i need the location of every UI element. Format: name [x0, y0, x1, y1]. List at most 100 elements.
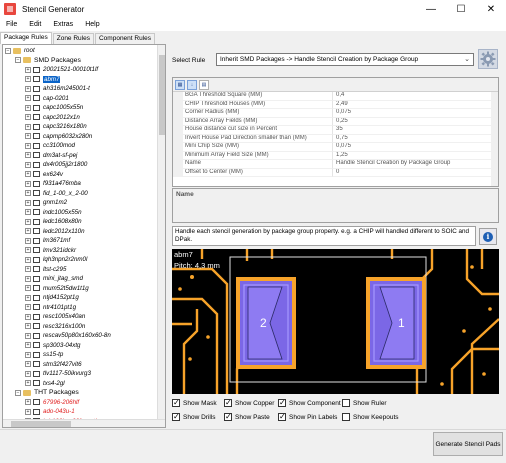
package-tree[interactable]: − root − SMD Packages +20021521-00010t1l…: [2, 44, 166, 428]
property-value[interactable]: 2,49: [333, 101, 498, 109]
stencil-preview[interactable]: 2 1 abm7 Pitch: 4,3 mm: [172, 249, 499, 394]
expand-icon[interactable]: +: [25, 76, 31, 83]
expand-icon[interactable]: +: [25, 228, 31, 235]
expand-icon[interactable]: +: [25, 114, 31, 121]
show-mask-checkbox[interactable]: Show Mask: [172, 398, 217, 407]
expand-icon[interactable]: +: [25, 95, 31, 102]
tree-item[interactable]: + ado-043u-1: [5, 407, 165, 417]
expand-icon[interactable]: +: [25, 180, 31, 187]
tree-item[interactable]: + mini_jtag_smd: [5, 274, 165, 284]
show-ruler-checkbox[interactable]: Show Ruler: [342, 399, 387, 407]
tree-item[interactable]: + indc1005x55n: [5, 208, 165, 218]
categorized-view-icon[interactable]: ▦: [175, 79, 185, 90]
rule-settings-button[interactable]: [478, 49, 498, 69]
expand-icon[interactable]: +: [25, 161, 31, 168]
property-row[interactable]: Minimum Array Field Size (MM) 1,25: [173, 151, 498, 160]
tree-item[interactable]: + capc1005x55n: [5, 103, 165, 113]
tree-root[interactable]: − root: [5, 46, 165, 56]
expand-icon[interactable]: +: [25, 323, 31, 330]
property-value[interactable]: Handle Stencil Creation by Package Group: [333, 160, 498, 169]
property-value[interactable]: 0: [333, 169, 498, 177]
tree-item[interactable]: + ss15-tp: [5, 350, 165, 360]
info-button[interactable]: i: [479, 228, 497, 245]
tree-item[interactable]: + mum52t5dw1t1g: [5, 284, 165, 294]
menu-help[interactable]: Help: [79, 21, 105, 28]
expand-icon[interactable]: +: [25, 237, 31, 244]
property-value[interactable]: 35: [333, 126, 498, 135]
expand-icon[interactable]: +: [25, 142, 31, 149]
tree-item[interactable]: + resc3216x100n: [5, 322, 165, 332]
tree-item[interactable]: + fid_1-00_x_2-00: [5, 189, 165, 199]
property-row[interactable]: BGA Threshold Square (MM) 0,4: [173, 92, 498, 101]
tree-item[interactable]: + abm7: [5, 75, 165, 85]
menu-file[interactable]: File: [0, 21, 23, 28]
expand-icon[interactable]: +: [25, 313, 31, 320]
collapse-icon[interactable]: −: [15, 57, 21, 64]
show-pin-labels-checkbox[interactable]: Show Pin Labels: [278, 412, 337, 421]
expand-icon[interactable]: +: [25, 133, 31, 140]
show-keepouts-checkbox[interactable]: Show Keepouts: [342, 413, 399, 421]
tree-item[interactable]: + txs4-2gl: [5, 379, 165, 389]
property-value[interactable]: 1,25: [333, 152, 498, 160]
tree-item[interactable]: + dx4r005jj2r1800: [5, 160, 165, 170]
alphabetical-sort-icon[interactable]: ↓: [187, 79, 197, 90]
expand-icon[interactable]: +: [25, 351, 31, 358]
expand-icon[interactable]: +: [25, 256, 31, 263]
tree-horizontal-scrollbar[interactable]: [3, 419, 165, 427]
property-row[interactable]: Corner Radius (MM) 0,075: [173, 109, 498, 118]
tree-item[interactable]: + ex624v: [5, 170, 165, 180]
tree-item[interactable]: + capc2012x1n: [5, 113, 165, 123]
tree-item[interactable]: + rescav50p80x160x60-8n: [5, 331, 165, 341]
expand-icon[interactable]: +: [25, 152, 31, 159]
tree-item[interactable]: + ltst-c295: [5, 265, 165, 275]
expand-icon[interactable]: +: [25, 285, 31, 292]
property-row[interactable]: House distance cut size in Percent 35: [173, 126, 498, 135]
tree-item[interactable]: + cap-0201: [5, 94, 165, 104]
tree-item[interactable]: + ledc2012x110n: [5, 227, 165, 237]
show-drills-checkbox[interactable]: Show Drills: [172, 412, 216, 421]
tree-item[interactable]: + capc3216x180n: [5, 122, 165, 132]
rule-dropdown[interactable]: Inherit SMD Packages -> Handle Stencil C…: [216, 53, 474, 66]
menu-edit[interactable]: Edit: [23, 21, 47, 28]
tree-item[interactable]: + lmv321idckr: [5, 246, 165, 256]
tree-item[interactable]: + f931a476mba: [5, 179, 165, 189]
tree-item[interactable]: + ntjd4152pt1g: [5, 293, 165, 303]
expand-icon[interactable]: +: [25, 209, 31, 216]
minimize-button[interactable]: —: [416, 0, 446, 18]
expand-icon[interactable]: +: [25, 370, 31, 377]
expand-icon[interactable]: +: [25, 190, 31, 197]
tree-group-smd[interactable]: − SMD Packages: [5, 56, 165, 66]
tree-item[interactable]: +67996-206hlf: [5, 398, 165, 408]
expand-icon[interactable]: +: [25, 123, 31, 130]
property-row[interactable]: Mini Chip Size (MM) 0,075: [173, 143, 498, 152]
property-value[interactable]: 0,075: [333, 109, 498, 118]
expand-icon[interactable]: +: [25, 294, 31, 301]
expand-icon[interactable]: +: [25, 218, 31, 225]
tree-item[interactable]: +20021521-00010t1lf: [5, 65, 165, 75]
tree-item[interactable]: + capmp6032x280n: [5, 132, 165, 142]
close-button[interactable]: ✕: [476, 0, 506, 18]
tab-zone-rules[interactable]: Zone Rules: [52, 33, 94, 44]
tab-package-rules[interactable]: Package Rules: [0, 32, 52, 44]
expand-icon[interactable]: +: [25, 104, 31, 111]
property-value[interactable]: 0,075: [333, 143, 498, 152]
tree-item[interactable]: + cc3100mod: [5, 141, 165, 151]
show-component-checkbox[interactable]: Show Component: [278, 398, 341, 407]
expand-icon[interactable]: +: [25, 66, 31, 73]
expand-icon[interactable]: +: [25, 247, 31, 254]
expand-icon[interactable]: +: [25, 332, 31, 339]
property-row[interactable]: Offset to Center (MM) 0: [173, 168, 498, 177]
menu-extras[interactable]: Extras: [47, 21, 79, 28]
property-row[interactable]: Invert House Pad Direction smaller than …: [173, 134, 498, 143]
tree-item[interactable]: + ledc1608x80n: [5, 217, 165, 227]
generate-stencil-pads-button[interactable]: Generate Stencil Pads: [433, 432, 503, 456]
expand-icon[interactable]: +: [25, 275, 31, 282]
property-row[interactable]: Name Handle Stencil Creation by Package G…: [173, 160, 498, 169]
property-value[interactable]: 0,4: [333, 92, 498, 101]
expand-icon[interactable]: +: [25, 266, 31, 273]
collapse-icon[interactable]: −: [5, 47, 11, 54]
tree-item[interactable]: + sp3003-04xtg: [5, 341, 165, 351]
tree-item[interactable]: + ntr4101pt1g: [5, 303, 165, 313]
expand-icon[interactable]: +: [25, 85, 31, 92]
property-row[interactable]: Distance Array Fields (MM) 0,25: [173, 117, 498, 126]
